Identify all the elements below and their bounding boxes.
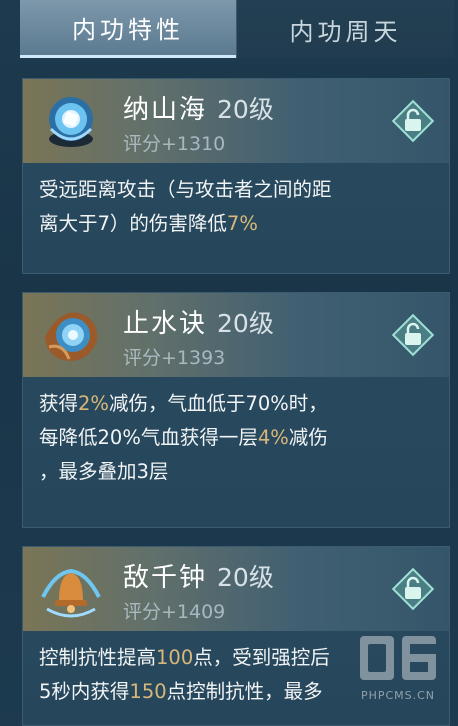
watermark-logo: PHPCMS.CN — [352, 632, 444, 702]
description-line: 每降低20%气血获得一层4%减伤 — [39, 421, 439, 455]
description-text: 减伤 — [288, 426, 328, 449]
lock-icon[interactable] — [391, 313, 435, 357]
skill-title: 纳山海 — [123, 95, 208, 125]
skill-name: 止水诀 20级 — [123, 303, 274, 340]
description-line: 获得2%减伤，气血低于70%时， — [39, 387, 439, 421]
description-text: ，最多叠加3层 — [39, 460, 169, 483]
description-line: 离大于7）的伤害降低7% — [39, 207, 439, 241]
skill-description: 受远距离攻击（与攻击者之间的距 离大于7）的伤害降低7% — [39, 173, 439, 241]
highlight-value: 150 — [129, 680, 167, 703]
lock-icon[interactable] — [391, 99, 435, 143]
bell-icon — [41, 568, 101, 618]
tab-bar: 内功特性 内功周天 — [0, 0, 458, 60]
description-line: ，最多叠加3层 — [39, 455, 439, 489]
blue-orb-icon — [49, 97, 93, 147]
watermark-text: PHPCMS.CN — [360, 689, 436, 702]
description-text: 获得 — [39, 392, 79, 415]
lock-icon[interactable] — [391, 567, 435, 611]
highlight-value: 2% — [78, 392, 109, 415]
skill-score: 评分+1393 — [123, 347, 226, 369]
skill-level: 20级 — [217, 95, 274, 124]
flame-orb-icon — [45, 312, 98, 361]
skill-score: 评分+1409 — [123, 601, 226, 623]
description-line: 受远距离攻击（与攻击者之间的距 — [39, 173, 439, 207]
description-text: 5秒内获得 — [39, 680, 130, 703]
skill-title: 敌千钟 — [123, 563, 208, 593]
highlight-value: 4% — [257, 426, 289, 449]
description-text: 离大于7）的伤害降低 — [39, 212, 227, 235]
description-text: 减伤，气血低于70%时， — [108, 392, 328, 415]
skill-score: 评分+1310 — [123, 133, 226, 155]
description-text: 点，受到强控后 — [193, 646, 330, 669]
tab-neigong-traits[interactable]: 内功特性 — [20, 0, 236, 58]
skill-title: 止水诀 — [123, 309, 208, 339]
description-text: 控制抗性提高 — [39, 646, 157, 669]
description-text: 每降低20%气血获得一层 — [39, 426, 258, 449]
skill-card[interactable]: 纳山海 20级 评分+1310 受远距离攻击（与攻击者之间的距 离大于7）的伤害降低… — [22, 78, 450, 274]
skill-name: 敌千钟 20级 — [123, 557, 274, 594]
skill-description: 获得2%减伤，气血低于70%时， 每降低20%气血获得一层4%减伤 ，最多叠加3层 — [39, 387, 439, 489]
description-text: 点控制抗性，最多 — [166, 680, 323, 703]
tab-neigong-cycle[interactable]: 内功周天 — [236, 0, 454, 58]
highlight-value: 100 — [156, 646, 194, 669]
skill-name: 纳山海 20级 — [123, 89, 274, 126]
skill-level: 20级 — [217, 309, 274, 338]
skill-card[interactable]: 止水诀 20级 评分+1393 获得2%减伤，气血低于70%时， 每降低20%气血获… — [22, 292, 450, 528]
skill-level: 20级 — [217, 563, 274, 592]
highlight-value: 7% — [226, 212, 258, 235]
description-text: 受远距离攻击（与攻击者之间的距 — [39, 178, 332, 201]
watermark-mark-icon — [360, 636, 436, 680]
